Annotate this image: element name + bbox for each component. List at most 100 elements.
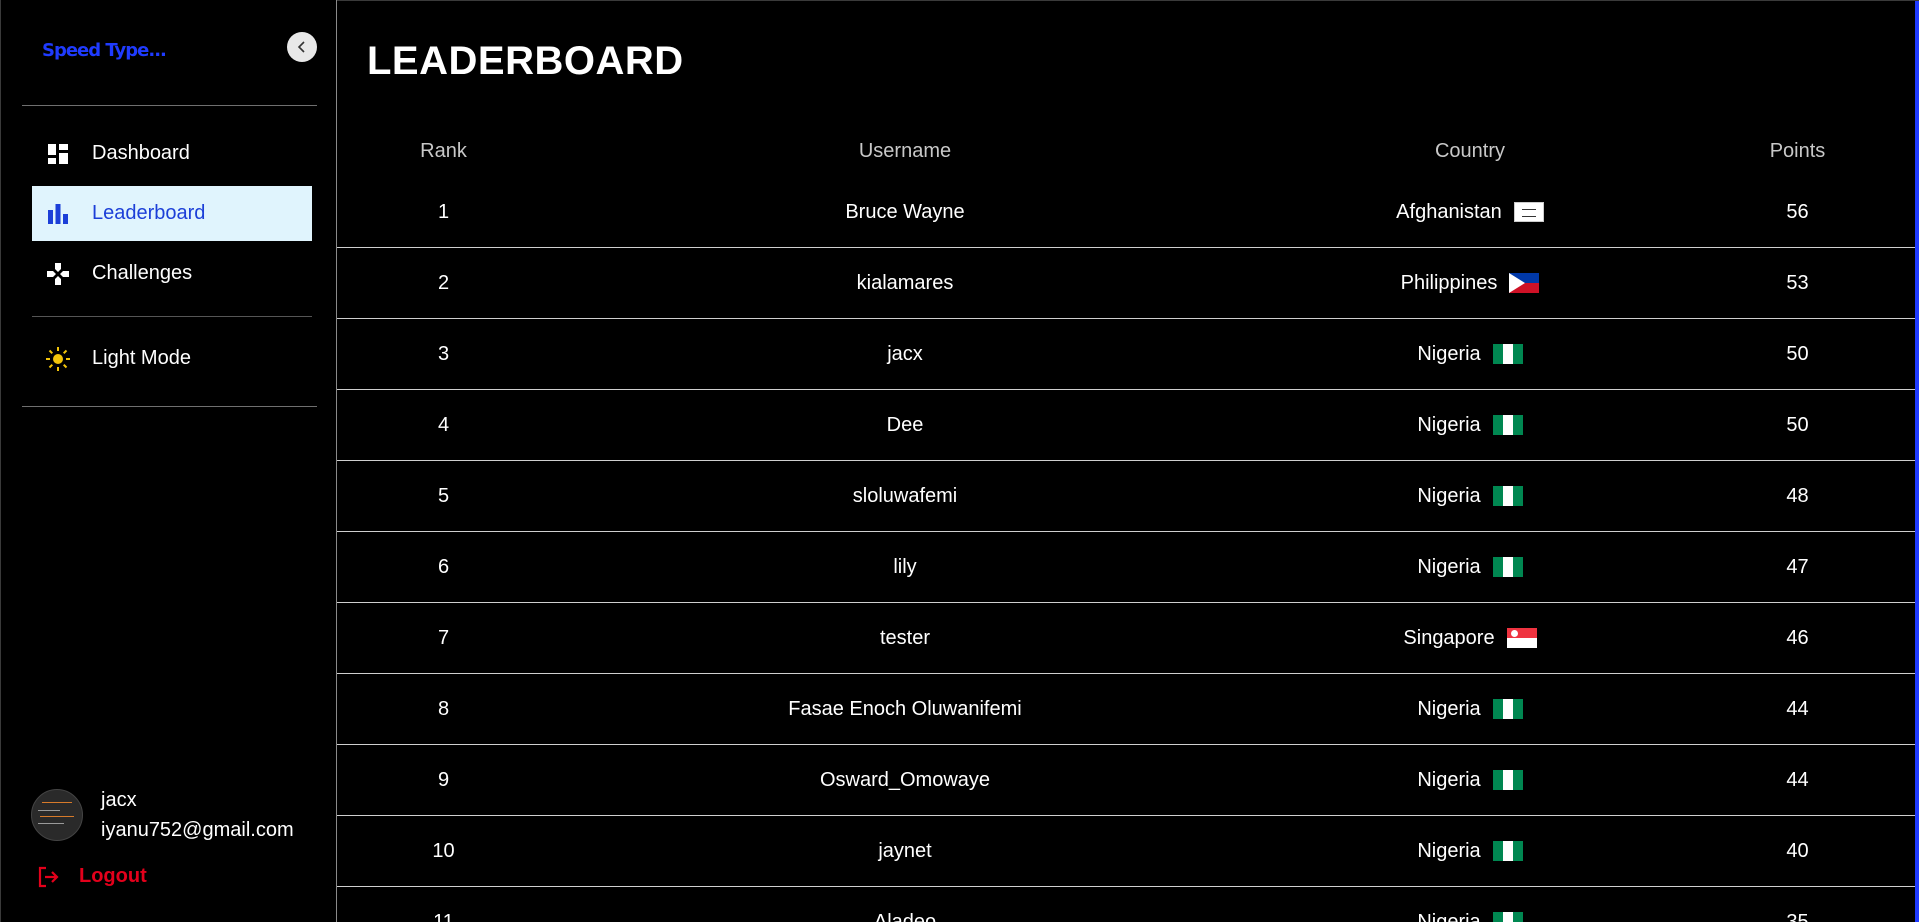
username-cell: Dee — [886, 413, 924, 436]
rank-cell: 5 — [437, 484, 450, 507]
leaderboard-table: Rank Username Country Points 1 Bruce Wayn… — [337, 126, 1915, 922]
rank-cell: 8 — [437, 697, 450, 720]
rank-cell: 1 — [437, 200, 450, 223]
afghanistan-flag-icon — [1513, 202, 1544, 222]
points-cell: 47 — [1786, 555, 1809, 578]
table-row: 6 lily Nigeria 47 — [337, 532, 1915, 603]
bar-chart-icon — [46, 202, 70, 226]
user-profile[interactable]: jacx iyanu752@gmail.com — [31, 785, 294, 845]
country-name: Nigeria — [1417, 484, 1481, 507]
nigeria-flag-icon — [1492, 344, 1523, 364]
nigeria-flag-icon — [1492, 699, 1523, 719]
sidebar-divider — [32, 316, 312, 317]
country-name: Nigeria — [1417, 910, 1481, 922]
nigeria-flag-icon — [1492, 557, 1523, 577]
rank-cell: 7 — [437, 626, 450, 649]
points-cell: 46 — [1786, 626, 1809, 649]
theme-toggle-label: Light Mode — [92, 347, 191, 369]
theme-toggle[interactable]: Light Mode — [32, 331, 312, 386]
column-header-rank: Rank — [420, 140, 467, 162]
points-cell: 50 — [1786, 413, 1809, 436]
rank-cell: 2 — [437, 271, 450, 294]
username-cell: jaynet — [878, 839, 932, 862]
country-name: Philippines — [1400, 271, 1498, 294]
country-cell: Nigeria — [1260, 840, 1680, 863]
rank-cell: 4 — [437, 413, 450, 436]
country-name: Nigeria — [1417, 839, 1481, 862]
table-body: 1 Bruce Wayne Afghanistan 56 2 kialamares Phil… — [337, 177, 1915, 922]
table-row: 10 jaynet Nigeria 40 — [337, 816, 1915, 887]
points-cell: 53 — [1786, 271, 1809, 294]
column-header-username: Username — [858, 140, 952, 162]
sidebar-item-label: Challenges — [92, 262, 193, 284]
country-cell: Nigeria — [1260, 769, 1680, 792]
sidebar-divider — [22, 406, 317, 407]
nigeria-flag-icon — [1492, 486, 1523, 506]
rank-cell: 6 — [437, 555, 450, 578]
dashboard-icon — [46, 142, 70, 166]
country-name: Nigeria — [1417, 342, 1481, 365]
country-cell: Nigeria — [1260, 911, 1680, 922]
country-name: Nigeria — [1417, 413, 1481, 436]
points-cell: 40 — [1786, 839, 1809, 862]
username-cell: Aladeo — [873, 910, 937, 922]
table-row: 11 Aladeo Nigeria 35 — [337, 887, 1915, 922]
points-cell: 48 — [1786, 484, 1809, 507]
avatar — [31, 789, 83, 841]
rank-cell: 10 — [432, 839, 455, 862]
country-cell: Afghanistan — [1260, 201, 1680, 224]
main-content: LEADERBOARD Rank Username Country Points… — [337, 0, 1919, 922]
chevron-left-icon — [297, 41, 305, 53]
table-row: 5 sloluwafemi Nigeria 48 — [337, 461, 1915, 532]
points-cell: 56 — [1786, 200, 1809, 223]
column-header-points: Points — [1769, 140, 1826, 162]
rank-cell: 9 — [437, 768, 450, 791]
sidebar-item-challenges[interactable]: Challenges — [32, 246, 312, 301]
nigeria-flag-icon — [1492, 415, 1523, 435]
app-brand[interactable]: Speed Type... — [42, 40, 167, 61]
user-email: iyanu752@gmail.com — [101, 819, 294, 841]
page-title: LEADERBOARD — [367, 39, 684, 83]
scrollbar[interactable] — [1915, 1, 1919, 922]
points-cell: 44 — [1786, 768, 1809, 791]
points-cell: 50 — [1786, 342, 1809, 365]
country-cell: Nigeria — [1260, 556, 1680, 579]
table-row: 7 tester Singapore 46 — [337, 603, 1915, 674]
table-header: Rank Username Country Points — [337, 126, 1915, 177]
sun-icon — [46, 346, 70, 371]
username-cell: sloluwafemi — [852, 484, 958, 507]
gamepad-icon — [46, 262, 70, 286]
table-row: 4 Dee Nigeria 50 — [337, 390, 1915, 461]
sidebar-item-leaderboard[interactable]: Leaderboard — [32, 186, 312, 241]
username-cell: Fasae Enoch Oluwanifemi — [788, 697, 1022, 720]
table-row: 1 Bruce Wayne Afghanistan 56 — [337, 177, 1915, 248]
logout-label: Logout — [79, 865, 147, 887]
country-name: Nigeria — [1417, 555, 1481, 578]
sidebar-item-label: Dashboard — [92, 142, 190, 164]
country-cell: Nigeria — [1260, 485, 1680, 508]
country-name: Nigeria — [1417, 768, 1481, 791]
sidebar-item-dashboard[interactable]: Dashboard — [32, 126, 312, 181]
collapse-sidebar-button[interactable] — [287, 32, 317, 62]
philippines-flag-icon — [1509, 273, 1540, 293]
username-cell: jacx — [887, 342, 923, 365]
column-header-country: Country — [1434, 140, 1506, 162]
nigeria-flag-icon — [1492, 841, 1523, 861]
username-cell: Osward_Omowaye — [819, 768, 991, 791]
logout-button[interactable]: Logout — [37, 865, 147, 888]
table-row: 3 jacx Nigeria 50 — [337, 319, 1915, 390]
table-row: 9 Osward_Omowaye Nigeria 44 — [337, 745, 1915, 816]
username-cell: kialamares — [856, 271, 954, 294]
sidebar-divider — [22, 105, 317, 106]
sidebar-item-label: Leaderboard — [92, 202, 206, 224]
rank-cell: 11 — [433, 910, 454, 922]
rank-cell: 3 — [437, 342, 450, 365]
table-row: 2 kialamares Philippines 53 — [337, 248, 1915, 319]
points-cell: 44 — [1786, 697, 1809, 720]
country-cell: Nigeria — [1260, 698, 1680, 721]
country-name: Nigeria — [1417, 697, 1481, 720]
singapore-flag-icon — [1506, 628, 1537, 648]
sidebar: Speed Type... Dashboard Leaderboard Chal… — [0, 0, 337, 922]
country-cell: Singapore — [1260, 627, 1680, 650]
username-cell: tester — [879, 626, 931, 649]
